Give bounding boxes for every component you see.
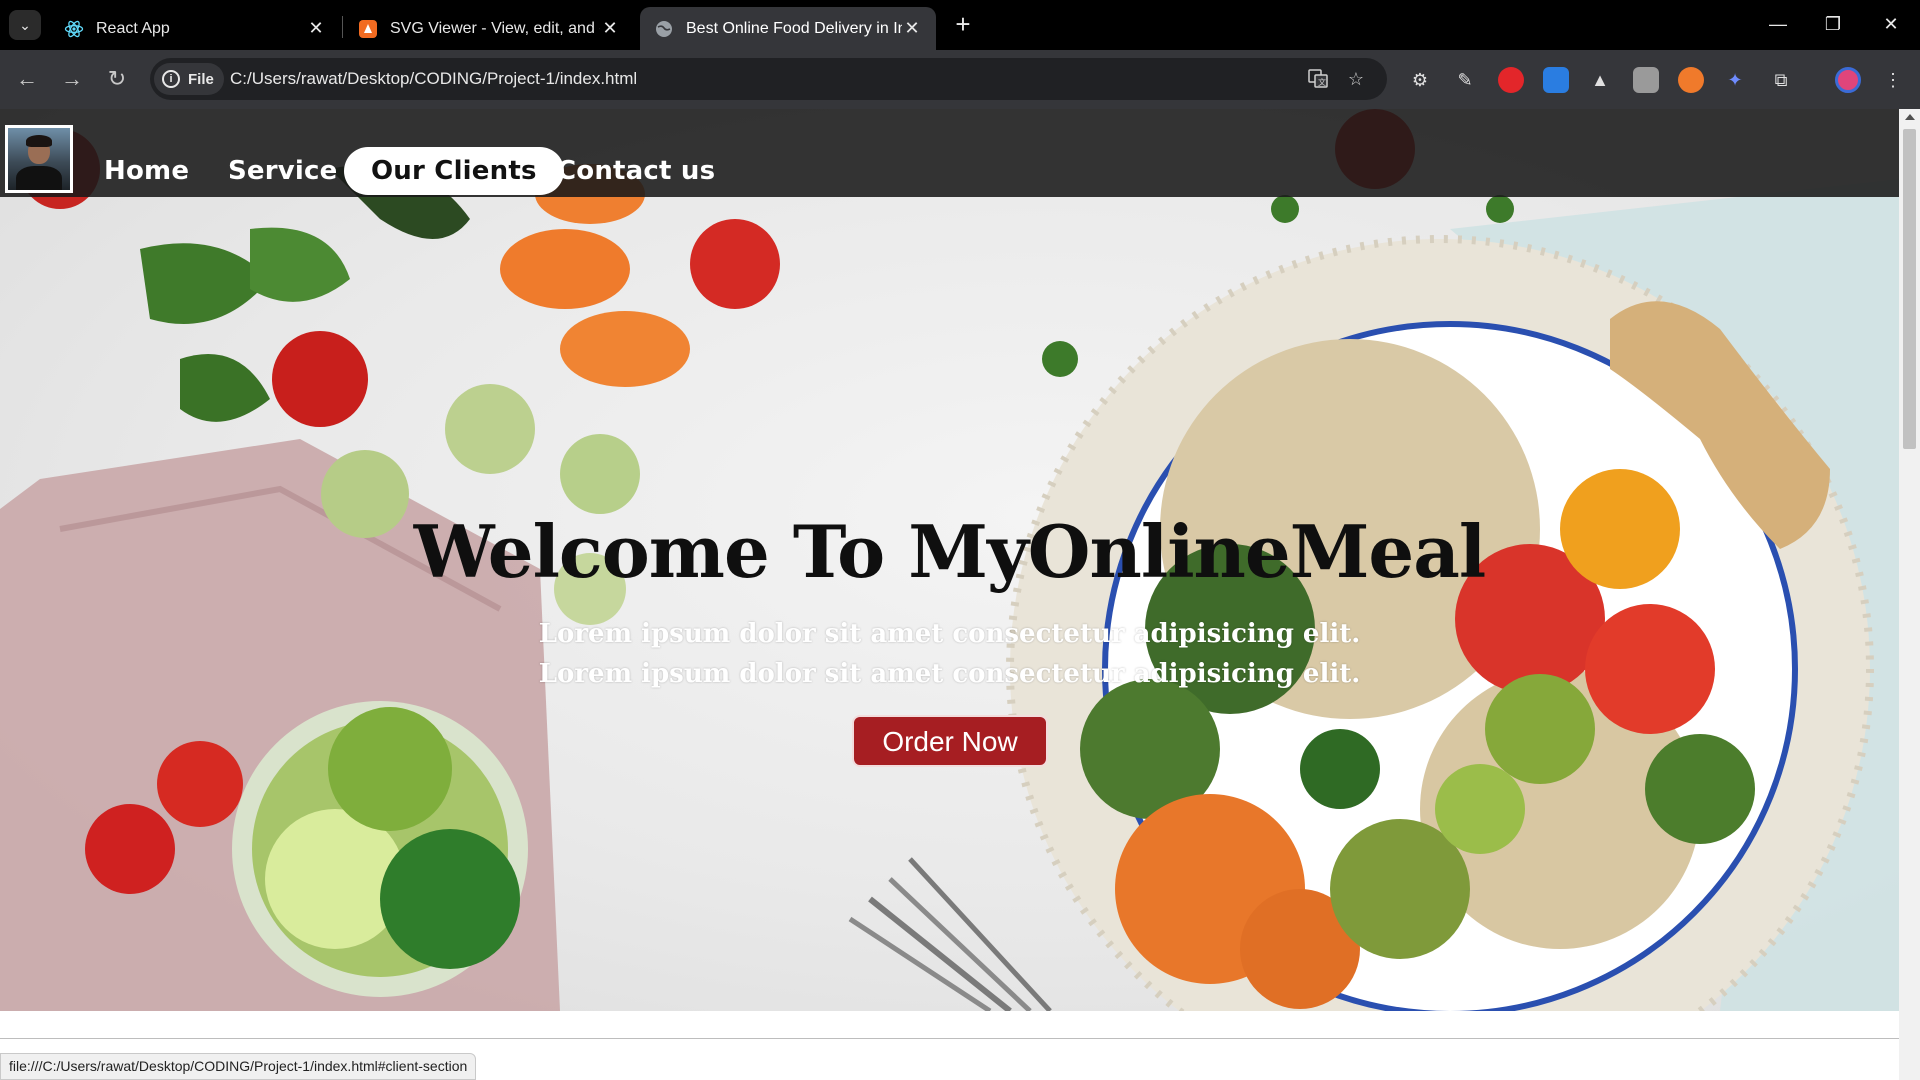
page-viewport: Home Service Our Clients Contact us Welc… <box>0 109 1899 1080</box>
reload-icon[interactable]: ↻ <box>102 64 132 94</box>
tab-title: SVG Viewer - View, edit, and op <box>390 19 600 37</box>
close-icon[interactable]: ✕ <box>306 18 326 39</box>
site-info-chip[interactable]: i File <box>154 63 224 95</box>
close-icon[interactable]: ✕ <box>902 18 922 39</box>
profile-avatar[interactable] <box>1835 67 1861 93</box>
restore-icon[interactable]: ❐ <box>1811 8 1855 40</box>
bookmark-star-icon[interactable]: ☆ <box>1344 67 1368 91</box>
hero-section: Home Service Our Clients Contact us Welc… <box>0 109 1899 1011</box>
url-text[interactable]: C:/Users/rawat/Desktop/CODING/Project-1/… <box>230 69 637 89</box>
info-icon: i <box>162 70 180 88</box>
extension-gear-icon[interactable]: ⚙ <box>1407 67 1433 93</box>
forward-arrow-icon[interactable]: → <box>57 64 87 94</box>
address-bar[interactable]: i File C:/Users/rawat/Desktop/CODING/Pro… <box>150 58 1387 100</box>
globe-icon <box>654 19 674 39</box>
tab-svg-viewer[interactable]: SVG Viewer - View, edit, and op ✕ <box>344 7 634 50</box>
new-tab-button[interactable]: + <box>948 10 978 40</box>
extension-red-icon[interactable] <box>1498 67 1524 93</box>
svg-text:文: 文 <box>1318 77 1326 87</box>
tab-react-app[interactable]: React App ✕ <box>50 7 340 50</box>
browser-toolbar: ← → ↻ i File C:/Users/rawat/Desktop/CODI… <box>0 50 1920 109</box>
tab-title: Best Online Food Delivery in Inc <box>686 19 902 37</box>
nav-service-link[interactable]: Service <box>228 147 338 195</box>
tab-divider <box>342 16 343 38</box>
page-scrollbar[interactable] <box>1899 109 1920 1080</box>
hero-text-line-2: Lorem ipsum dolor sit amet consectetur a… <box>538 659 1361 689</box>
extensions-puzzle-icon[interactable]: ⧉ <box>1768 67 1794 93</box>
order-now-button[interactable]: Order Now <box>852 715 1048 767</box>
nav-contact-link[interactable]: Contact us <box>557 147 715 195</box>
link-status-bar: file:///C:/Users/rawat/Desktop/CODING/Pr… <box>0 1053 477 1080</box>
back-arrow-icon[interactable]: ← <box>12 64 42 94</box>
sparkle-icon[interactable]: ✦ <box>1722 67 1748 93</box>
menu-dots-icon[interactable]: ⋮ <box>1880 67 1906 93</box>
nav-home-link[interactable]: Home <box>104 147 189 195</box>
translate-icon[interactable]: 文 <box>1306 67 1330 91</box>
scroll-up-arrow-icon[interactable] <box>1905 114 1915 120</box>
react-icon <box>64 19 84 39</box>
section-divider <box>0 1038 1899 1039</box>
close-window-icon[interactable]: ✕ <box>1869 8 1913 40</box>
close-icon[interactable]: ✕ <box>600 18 620 39</box>
tab-food-delivery[interactable]: Best Online Food Delivery in Inc ✕ <box>640 7 936 50</box>
hero-text-line-1: Lorem ipsum dolor sit amet consectetur a… <box>538 619 1361 649</box>
avatar <box>8 128 70 190</box>
chevron-down-icon: ⌄ <box>19 16 31 33</box>
site-info-label: File <box>188 70 214 88</box>
svg-viewer-icon <box>358 19 378 39</box>
site-logo-avatar[interactable] <box>5 125 73 193</box>
extension-mountain-icon[interactable]: ▲ <box>1587 67 1613 93</box>
extension-blue-icon[interactable] <box>1543 67 1569 93</box>
tab-strip: ⌄ React App ✕ SVG Viewer - View, edit, a… <box>0 0 1920 50</box>
tab-search-button[interactable]: ⌄ <box>9 10 41 40</box>
extension-gray-icon[interactable] <box>1633 67 1659 93</box>
site-navbar: Home Service Our Clients Contact us <box>0 109 1899 197</box>
scroll-thumb[interactable] <box>1903 129 1916 449</box>
nav-our-clients-link[interactable]: Our Clients <box>344 147 564 195</box>
hero-title: Welcome To MyOnlineMeal <box>413 509 1486 594</box>
minimize-icon[interactable]: — <box>1756 8 1800 40</box>
tab-title: React App <box>96 19 170 37</box>
extension-orange-icon[interactable] <box>1678 67 1704 93</box>
eyedropper-icon[interactable]: ✎ <box>1452 67 1478 93</box>
